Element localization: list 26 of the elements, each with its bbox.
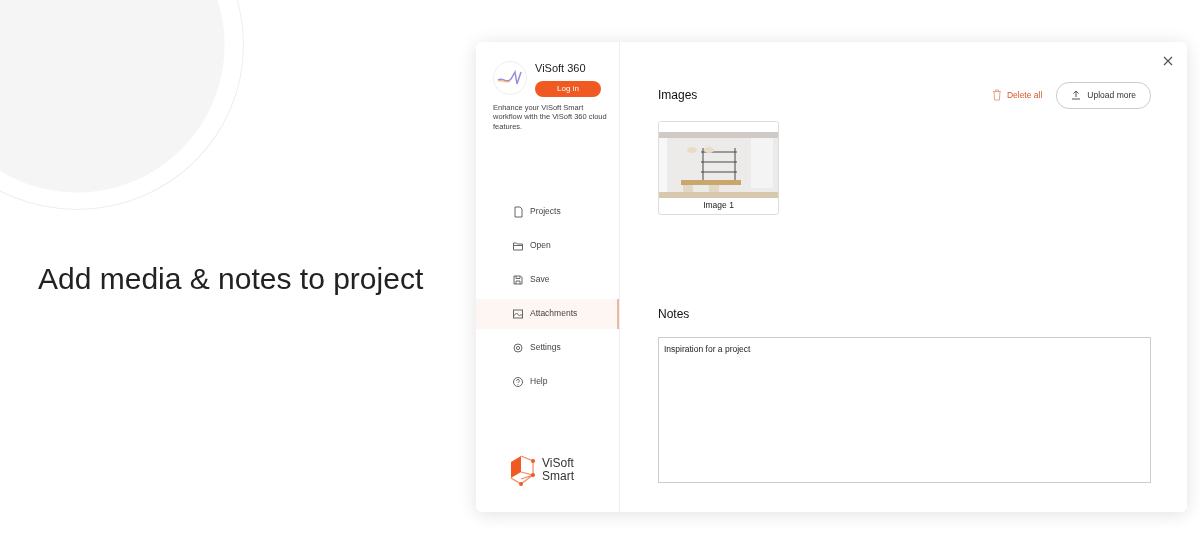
- upload-more-button[interactable]: Upload more: [1056, 82, 1151, 109]
- upload-icon: [1071, 90, 1082, 101]
- logo-text: Smart: [542, 470, 574, 484]
- section-title: Notes: [658, 305, 691, 323]
- gear-icon: [512, 341, 524, 354]
- sidebar-item[interactable]: Open: [476, 230, 619, 261]
- folder-icon: [512, 239, 524, 252]
- close-icon[interactable]: [1163, 56, 1173, 66]
- image-thumbnail[interactable]: Image 1: [658, 120, 779, 215]
- sidebar-item[interactable]: Help: [476, 366, 619, 397]
- sidebar-item[interactable]: Projects: [476, 196, 619, 227]
- delete-all-button[interactable]: Delete all: [985, 88, 1049, 103]
- account-title: ViSoft 360: [535, 61, 587, 76]
- logo-text: ViSoft: [542, 456, 574, 470]
- image-icon: [512, 307, 524, 320]
- sidebar-item[interactable]: Save: [476, 264, 619, 295]
- document-icon: [512, 205, 524, 218]
- headline: Add media & notes to project: [38, 260, 424, 297]
- trash-icon: [991, 89, 1002, 102]
- help-icon: [512, 375, 524, 388]
- sidebar-item[interactable]: Settings: [476, 332, 619, 363]
- section-title: Images: [658, 87, 698, 105]
- notes-field[interactable]: Inspiration for a project: [658, 336, 1151, 483]
- cube-logo-icon: [508, 454, 538, 486]
- image-caption: Image 1: [702, 198, 735, 212]
- sidebar-item[interactable]: Attachments: [476, 298, 619, 329]
